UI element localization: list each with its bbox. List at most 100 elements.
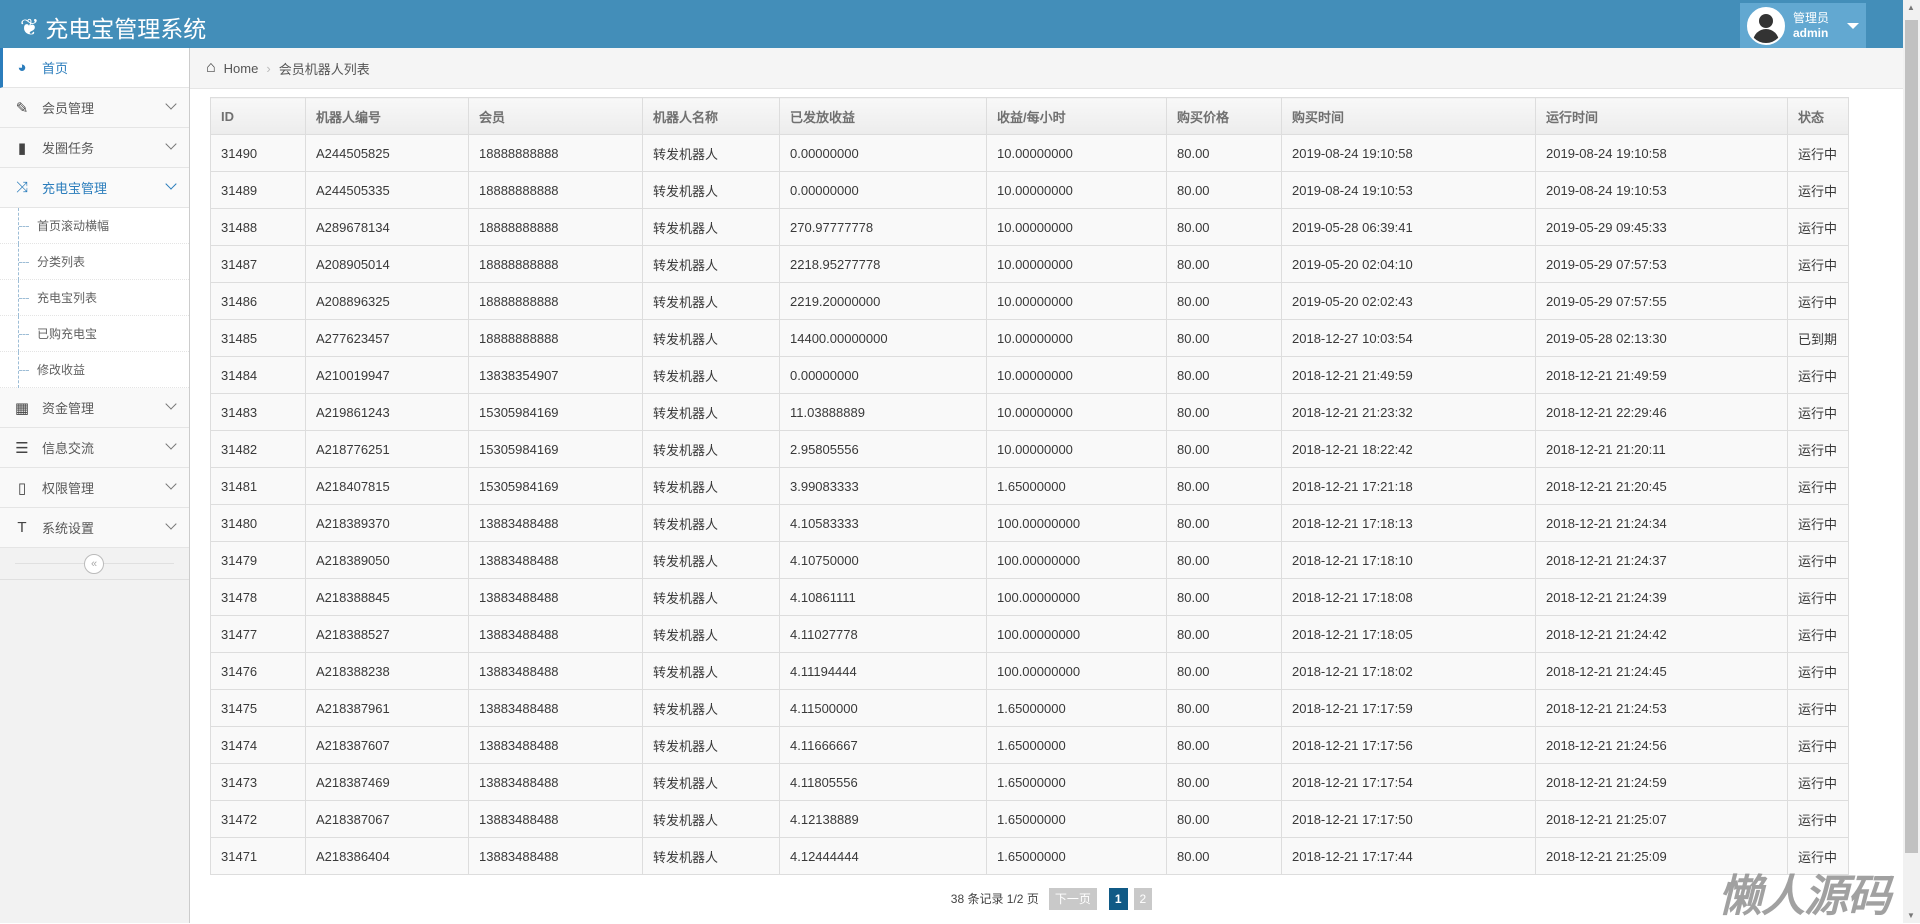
table-cell: 运行中 — [1787, 578, 1849, 616]
column-header: 已发放收益 — [779, 97, 987, 135]
table-cell: A289678134 — [305, 208, 469, 246]
table-cell: 0.00000000 — [779, 134, 987, 172]
sidebar-item-7[interactable]: T 系统设置 — [0, 508, 189, 548]
table-cell: 2019-05-29 09:45:33 — [1535, 208, 1788, 246]
table-cell: A218387067 — [305, 800, 469, 838]
table-row: 31475 A218387961 13883488488 转发机器人 4.1150000… — [210, 689, 1849, 727]
table-cell: 13883488488 — [468, 541, 643, 579]
table-cell: A218386404 — [305, 837, 469, 875]
sidebar-item-label: 发圈任务 — [42, 141, 95, 156]
table-cell: 80.00 — [1166, 430, 1282, 468]
table-cell: 运行中 — [1787, 208, 1849, 246]
next-page-button[interactable]: 下一页 — [1048, 887, 1097, 910]
table-cell: 270.97777778 — [779, 208, 987, 246]
table-cell: 18888888888 — [468, 282, 643, 320]
table-cell: 31480 — [210, 504, 306, 542]
sidebar-item-3[interactable]: ⤨ 充电宝管理 — [0, 168, 189, 208]
scrollbar-thumb[interactable] — [1905, 20, 1918, 853]
table-cell: 2019-05-20 02:04:10 — [1281, 245, 1536, 283]
table-cell: 运行中 — [1787, 282, 1849, 320]
sidebar-item-label: 信息交流 — [42, 441, 95, 456]
table-row: 31478 A218388845 13883488488 转发机器人 4.1086111… — [210, 578, 1849, 616]
sidebar-item-6[interactable]: ▯ 权限管理 — [0, 468, 189, 508]
page-1-button[interactable]: 1 — [1108, 887, 1128, 910]
sidebar-item-4[interactable]: ▦ 资金管理 — [0, 388, 189, 428]
breadcrumb: ⌂ Home › 会员机器人列表 — [190, 48, 1903, 89]
table-cell: 100.00000000 — [986, 578, 1167, 616]
table-cell: 转发机器人 — [642, 689, 780, 727]
table-cell: A218387469 — [305, 763, 469, 801]
table-cell: 2018-12-21 21:24:37 — [1535, 541, 1788, 579]
table-cell: 31479 — [210, 541, 306, 579]
table-cell: 2018-12-21 17:18:02 — [1281, 652, 1536, 690]
table-cell: A210019947 — [305, 356, 469, 394]
table-cell: 转发机器人 — [642, 837, 780, 875]
table-cell: 转发机器人 — [642, 134, 780, 172]
table-cell: 转发机器人 — [642, 800, 780, 838]
table-cell: A219861243 — [305, 393, 469, 431]
file-icon: ▯ — [17, 479, 27, 497]
table-row: 31476 A218388238 13883488488 转发机器人 4.1119444… — [210, 652, 1849, 690]
table-cell: 2.95805556 — [779, 430, 987, 468]
table-cell: 10.00000000 — [986, 208, 1167, 246]
chevron-down-icon — [165, 478, 177, 490]
table-cell: 4.12138889 — [779, 800, 987, 838]
scroll-up-icon[interactable]: ▲ — [1907, 3, 1915, 12]
table-cell: 2019-05-28 06:39:41 — [1281, 208, 1536, 246]
sidebar-item-label: 资金管理 — [42, 401, 95, 416]
table-cell: 1.65000000 — [986, 837, 1167, 875]
column-header: ID — [210, 97, 306, 135]
column-header: 机器人编号 — [305, 97, 469, 135]
brand[interactable]: ❦ 充电宝管理系统 — [20, 10, 206, 44]
table-cell: 10.00000000 — [986, 282, 1167, 320]
table-cell: 2019-08-24 19:10:53 — [1535, 171, 1788, 209]
table-cell: 2018-12-21 17:18:08 — [1281, 578, 1536, 616]
table-cell: 80.00 — [1166, 245, 1282, 283]
submenu-item[interactable]: 修改收益 — [0, 352, 189, 388]
table-cell: 2018-12-21 21:49:59 — [1535, 356, 1788, 394]
submenu-item[interactable]: 已购充电宝 — [0, 316, 189, 352]
table-cell: 转发机器人 — [642, 467, 780, 505]
table-cell: A208896325 — [305, 282, 469, 320]
table-cell: 10.00000000 — [986, 245, 1167, 283]
submenu-item[interactable]: 充电宝列表 — [0, 280, 189, 316]
table-cell: 运行中 — [1787, 356, 1849, 394]
table-cell: 15305984169 — [468, 467, 643, 505]
scroll-down-icon[interactable]: ▼ — [1907, 911, 1915, 920]
table-cell: 4.10583333 — [779, 504, 987, 542]
table-cell: 2018-12-21 21:24:59 — [1535, 763, 1788, 801]
table-cell: 10.00000000 — [986, 430, 1167, 468]
table-cell: 2018-12-21 21:20:45 — [1535, 467, 1788, 505]
table-cell: 转发机器人 — [642, 763, 780, 801]
table-cell: 13883488488 — [468, 763, 643, 801]
table-cell: A218389370 — [305, 504, 469, 542]
submenu-item[interactable]: 分类列表 — [0, 244, 189, 280]
user-menu[interactable]: 管理员 admin — [1740, 3, 1866, 48]
breadcrumb-home[interactable]: Home — [224, 61, 259, 76]
table-cell: 80.00 — [1166, 578, 1282, 616]
table-cell: 18888888888 — [468, 319, 643, 357]
sidebar-item-label: 首页 — [42, 61, 69, 76]
table-cell: 转发机器人 — [642, 652, 780, 690]
table-cell: 31473 — [210, 763, 306, 801]
table-cell: 2018-12-21 21:23:32 — [1281, 393, 1536, 431]
table-cell: 80.00 — [1166, 134, 1282, 172]
table-cell: 2019-08-24 19:10:53 — [1281, 171, 1536, 209]
table-cell: 2018-12-21 17:17:54 — [1281, 763, 1536, 801]
sidebar-item-0[interactable]: ◕ 首页 — [0, 48, 189, 88]
table-cell: 100.00000000 — [986, 652, 1167, 690]
edit-icon: ✎ — [15, 99, 29, 117]
table-cell: A244505335 — [305, 171, 469, 209]
table-cell: 运行中 — [1787, 467, 1849, 505]
watermark: 懒人源码 — [1718, 871, 1891, 922]
page-scrollbar[interactable]: ▲ ▼ — [1903, 0, 1920, 923]
sidebar-item-1[interactable]: ✎ 会员管理 — [0, 88, 189, 128]
table-cell: 1.65000000 — [986, 726, 1167, 764]
text-icon: T — [17, 519, 27, 536]
sidebar-item-5[interactable]: ☰ 信息交流 — [0, 428, 189, 468]
sidebar-item-2[interactable]: ▮ 发圈任务 — [0, 128, 189, 168]
submenu-item[interactable]: 首页滚动横幅 — [0, 208, 189, 244]
double-angle-left-icon[interactable]: « — [84, 554, 104, 574]
table-cell: 80.00 — [1166, 763, 1282, 801]
page-2-button[interactable]: 2 — [1133, 887, 1153, 910]
